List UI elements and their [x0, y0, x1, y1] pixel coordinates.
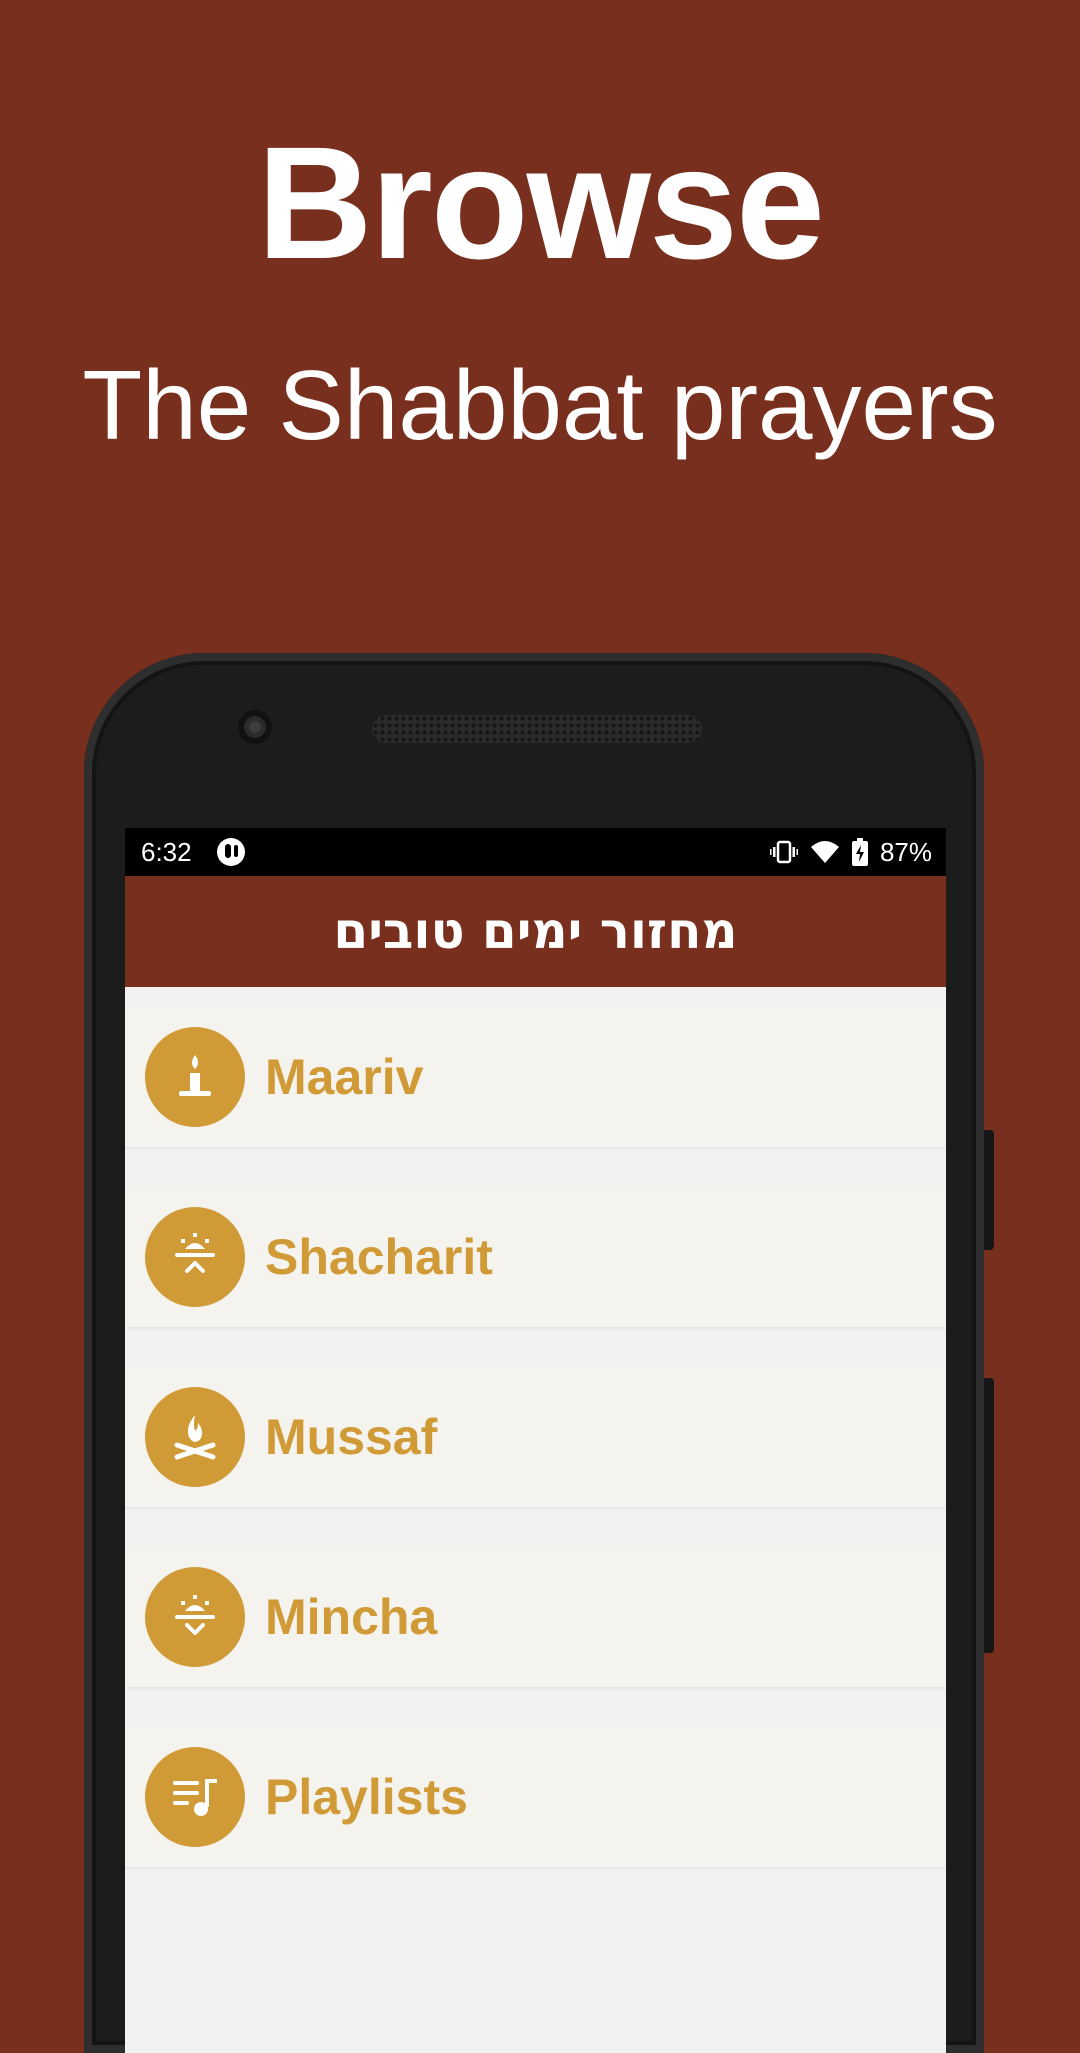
- wifi-icon: [810, 841, 839, 863]
- app-title: מחזור ימים טובים: [333, 902, 738, 960]
- list-item-maariv[interactable]: Maariv: [125, 1007, 946, 1147]
- battery-charging-icon: [851, 838, 868, 866]
- volume-button: [984, 1130, 994, 1250]
- vibrate-icon: [769, 840, 798, 864]
- sunrise-icon: [145, 1207, 245, 1307]
- notification-app-icon: [217, 838, 245, 866]
- status-icons: 87%: [769, 828, 932, 876]
- power-button: [984, 1378, 994, 1653]
- app-title-bar: מחזור ימים טובים: [125, 876, 946, 987]
- earpiece-speaker: [372, 715, 702, 743]
- list-item-mincha[interactable]: Mincha: [125, 1547, 946, 1687]
- list-item-label: Mussaf: [265, 1409, 438, 1465]
- hero-title: Browse: [257, 113, 825, 292]
- list-item-label: Shacharit: [265, 1229, 493, 1285]
- hero-subtitle: The Shabbat prayers: [82, 350, 998, 460]
- phone-frame: 6:32 87% מחזור ימים טובים Maariv Shachar…: [84, 653, 994, 2053]
- sunset-icon: [145, 1567, 245, 1667]
- candle-icon: [145, 1027, 245, 1127]
- list-item-label: Mincha: [265, 1589, 438, 1645]
- status-bar: 6:32 87%: [125, 828, 946, 876]
- list-item-label: Maariv: [265, 1049, 424, 1105]
- list-item-shacharit[interactable]: Shacharit: [125, 1187, 946, 1327]
- battery-percentage: 87%: [879, 837, 932, 867]
- status-time: 6:32: [141, 837, 192, 867]
- phone-screen: 6:32 87% מחזור ימים טובים Maariv Shachar…: [125, 828, 946, 2053]
- altar-fire-icon: [145, 1387, 245, 1487]
- list-item-mussaf[interactable]: Mussaf: [125, 1367, 946, 1507]
- playlist-icon: [145, 1747, 245, 1847]
- list-item-playlists[interactable]: Playlists: [125, 1727, 946, 1867]
- prayer-list: Maariv Shacharit Mussaf Mincha Playlists: [125, 987, 946, 1867]
- front-camera: [238, 710, 272, 744]
- list-item-label: Playlists: [265, 1769, 468, 1825]
